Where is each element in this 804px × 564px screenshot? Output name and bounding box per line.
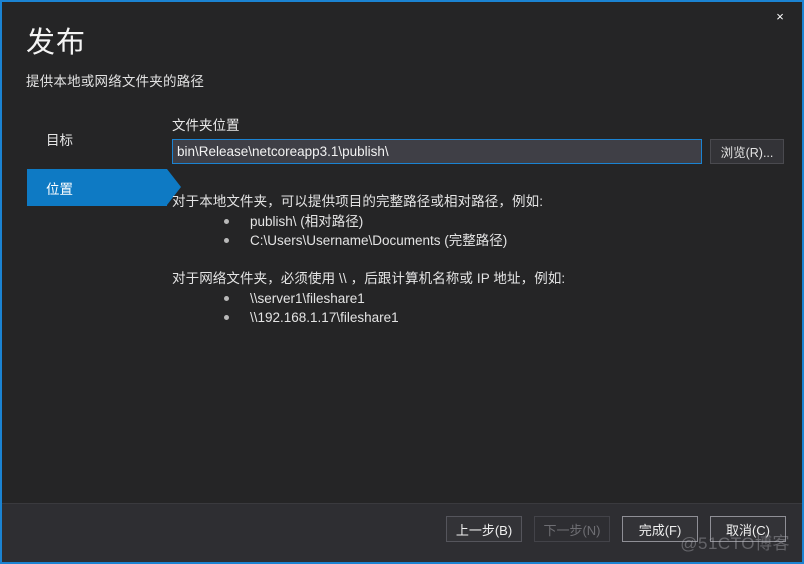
cancel-button[interactable]: 取消(C) bbox=[710, 516, 786, 542]
help-spacer bbox=[172, 250, 784, 267]
main-panel: 文件夹位置 浏览(R)... 对于本地文件夹，可以提供项目的完整路径或相对路径，… bbox=[172, 114, 784, 327]
next-button: 下一步(N) bbox=[534, 516, 610, 542]
help-text-block: 对于本地文件夹，可以提供项目的完整路径或相对路径，例如: publish\ (相… bbox=[172, 190, 784, 327]
sidebar-item-target[interactable]: 目标 bbox=[27, 120, 167, 157]
back-button[interactable]: 上一步(B) bbox=[446, 516, 522, 542]
page-title: 发布 bbox=[26, 27, 87, 59]
network-folder-examples: \\server1\fileshare1 \\192.168.1.17\file… bbox=[172, 289, 784, 327]
wizard-steps-sidebar: 目标 位置 bbox=[27, 120, 181, 206]
list-item: publish\ (相对路径) bbox=[224, 212, 784, 231]
sidebar-item-location[interactable]: 位置 bbox=[27, 169, 181, 206]
dialog-footer: 上一步(B) 下一步(N) 完成(F) 取消(C) @51CTO博客 bbox=[2, 503, 802, 562]
local-folder-examples: publish\ (相对路径) C:\Users\Username\Docume… bbox=[172, 212, 784, 250]
list-item: C:\Users\Username\Documents (完整路径) bbox=[224, 231, 784, 250]
sidebar-item-label: 目标 bbox=[46, 132, 73, 148]
publish-dialog-window: × 发布 提供本地或网络文件夹的路径 目标 位置 文件夹位置 浏览(R)... … bbox=[0, 0, 804, 564]
list-item: \\192.168.1.17\fileshare1 bbox=[224, 308, 784, 327]
page-subtitle: 提供本地或网络文件夹的路径 bbox=[26, 74, 205, 89]
finish-button[interactable]: 完成(F) bbox=[622, 516, 698, 542]
title-bar: × bbox=[2, 2, 802, 32]
network-folder-intro: 对于网络文件夹，必须使用 \\ ，后跟计算机名称或 IP 地址，例如: bbox=[172, 271, 566, 286]
list-item: \\server1\fileshare1 bbox=[224, 289, 784, 308]
browse-button[interactable]: 浏览(R)... bbox=[710, 139, 784, 164]
folder-location-row: 浏览(R)... bbox=[172, 139, 784, 164]
folder-location-label: 文件夹位置 bbox=[172, 118, 240, 133]
folder-location-input[interactable] bbox=[172, 139, 702, 164]
close-icon[interactable]: × bbox=[758, 2, 802, 30]
local-folder-intro: 对于本地文件夹，可以提供项目的完整路径或相对路径，例如: bbox=[172, 194, 544, 209]
sidebar-item-label: 位置 bbox=[46, 181, 73, 197]
footer-button-group: 上一步(B) 下一步(N) 完成(F) 取消(C) bbox=[446, 516, 786, 542]
